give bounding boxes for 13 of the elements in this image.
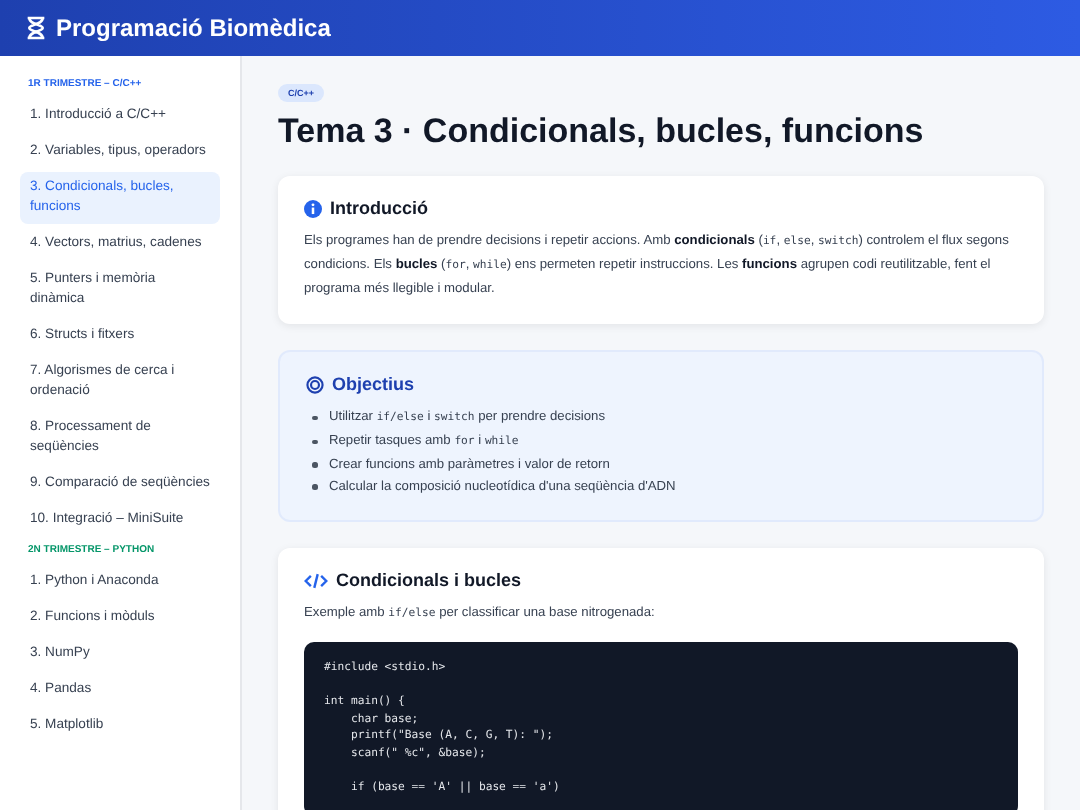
code-icon xyxy=(304,571,328,589)
app-title: Programació Biomèdica xyxy=(56,14,331,42)
bullet-icon xyxy=(312,439,317,445)
bullet-icon xyxy=(312,462,317,468)
target-icon xyxy=(306,375,324,393)
hourglass-icon xyxy=(26,16,46,40)
bullet-icon xyxy=(312,415,317,421)
info-icon xyxy=(304,199,322,217)
page-title: Tema 3 · Condicionals, bucles, funcions xyxy=(278,112,924,152)
card-heading: Condicionals i bucles xyxy=(336,570,522,590)
card-heading: Objectius xyxy=(332,374,415,394)
card-heading: Introducció xyxy=(330,198,428,218)
bullet-icon xyxy=(312,484,317,490)
